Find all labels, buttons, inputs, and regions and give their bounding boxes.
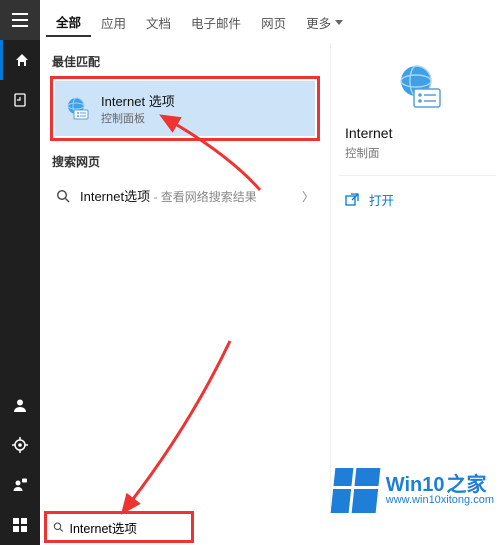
windows-logo-icon (330, 468, 380, 513)
internet-options-icon (63, 95, 91, 123)
web-search-query: Internet选项 (80, 189, 150, 204)
chevron-down-icon (335, 20, 343, 25)
watermark-url: www.win10xitong.com (386, 495, 494, 506)
preview-subtitle: 控制面 (339, 145, 496, 161)
hamburger-icon (12, 13, 28, 27)
filter-tabs: 全部 应用 文档 电子邮件 网页 更多 (40, 0, 500, 43)
search-web-item[interactable]: Internet选项 - 查看网络搜索结果 〉 (50, 176, 320, 216)
best-match-item[interactable]: Internet 选项 控制面板 (55, 81, 315, 136)
windows-icon (13, 518, 27, 532)
tab-emails[interactable]: 电子邮件 (181, 9, 251, 36)
open-action[interactable]: 打开 (339, 184, 496, 215)
results-column: 最佳匹配 Internet 选项 (40, 43, 330, 545)
annotation-box-search-input (44, 511, 194, 543)
tab-apps[interactable]: 应用 (91, 9, 136, 36)
watermark-brand-zh: 之家 (447, 475, 487, 495)
settings-button[interactable] (0, 425, 40, 465)
search-input[interactable] (70, 520, 186, 534)
tab-web[interactable]: 网页 (251, 9, 296, 36)
person-feedback-icon (12, 477, 28, 493)
menu-button[interactable] (0, 0, 40, 40)
home-icon (14, 52, 30, 68)
chevron-right-icon: 〉 (302, 188, 314, 205)
open-label: 打开 (369, 190, 394, 209)
search-icon (56, 189, 70, 203)
search-panel: 全部 应用 文档 电子邮件 网页 更多 最佳匹配 (40, 0, 500, 545)
search-bar (40, 509, 500, 545)
tab-more[interactable]: 更多 (296, 9, 353, 36)
annotation-box-best-match: Internet 选项 控制面板 (50, 76, 320, 141)
gear-icon (12, 437, 28, 453)
sidebar (0, 0, 40, 545)
best-match-subtitle: 控制面板 (101, 110, 175, 126)
tab-documents[interactable]: 文档 (136, 9, 181, 36)
preview-internet-options-icon (394, 63, 442, 111)
feedback-button[interactable] (0, 465, 40, 505)
search-web-header: 搜索网页 (52, 153, 320, 170)
web-search-hint: - 查看网络搜索结果 (150, 190, 257, 204)
recent-button[interactable] (0, 80, 40, 120)
start-button[interactable] (0, 505, 40, 545)
tab-more-label: 更多 (306, 13, 331, 32)
open-icon (345, 193, 359, 207)
best-match-title: Internet 选项 (101, 91, 175, 110)
document-icon (12, 92, 28, 108)
user-icon (12, 397, 28, 413)
preview-title: Internet (339, 125, 496, 141)
account-button[interactable] (0, 385, 40, 425)
home-button[interactable] (0, 40, 40, 80)
watermark: Win10 之家 www.win10xitong.com (333, 468, 494, 513)
watermark-brand-en: Win10 (386, 475, 445, 495)
divider (339, 175, 496, 176)
best-match-header: 最佳匹配 (52, 53, 320, 70)
tab-all[interactable]: 全部 (46, 8, 91, 37)
search-icon (53, 521, 64, 533)
